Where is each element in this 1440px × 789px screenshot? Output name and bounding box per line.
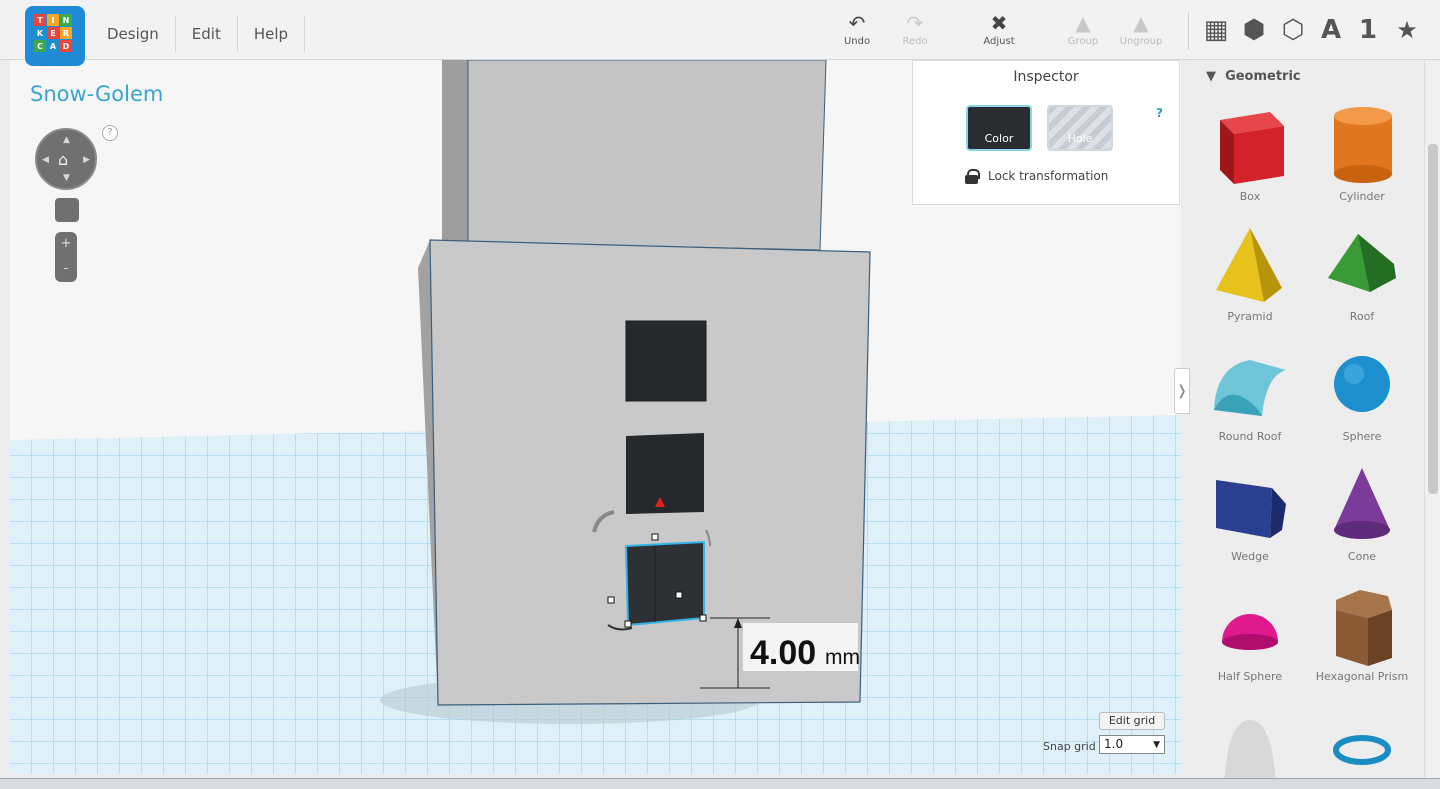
ungroup-button[interactable]: ▲ Ungroup (1111, 10, 1171, 54)
lock-label: Lock transformation (988, 169, 1109, 183)
chevron-down-icon: ▼ (1153, 740, 1160, 750)
top-handle[interactable] (651, 533, 659, 541)
shape-sphere[interactable]: Sphere (1306, 336, 1418, 456)
zoom-in-button[interactable]: + (55, 232, 77, 257)
lock-transformation-toggle[interactable]: Lock transformation (965, 169, 1109, 184)
toolbar-separator (1188, 12, 1189, 50)
dimension-value[interactable]: 4.00 (750, 634, 816, 672)
shape-roof[interactable]: Roof (1306, 216, 1418, 336)
undo-button[interactable]: ↶ Undo (827, 10, 887, 54)
zoom-out-button[interactable]: - (55, 257, 77, 282)
shape-round-roof[interactable]: Round Roof (1194, 336, 1306, 456)
menu-edit[interactable]: Edit (176, 16, 238, 52)
inspector-title: Inspector (1013, 69, 1079, 85)
button-middle[interactable] (626, 433, 704, 514)
half-sphere-icon (1222, 614, 1278, 650)
ungroup-icon: ▲ (1133, 11, 1149, 35)
center-handle[interactable] (675, 591, 683, 599)
top-toolbar: Design Edit Help ↶ Undo ↷ Redo ✖ Adjust … (0, 0, 1440, 60)
torus-icon (1333, 735, 1391, 765)
orbit-left-icon[interactable]: ◀ (42, 155, 49, 165)
dimension-unit: mm (825, 646, 860, 669)
hexagonal-prism-icon (1336, 590, 1392, 666)
favorites-star-icon[interactable]: ★ (1391, 12, 1423, 48)
shape-half-sphere[interactable]: Half Sphere (1194, 576, 1306, 696)
shape-hexagonal-prism[interactable]: Hexagonal Prism (1306, 576, 1418, 696)
shape-cylinder[interactable]: Cylinder (1306, 96, 1418, 216)
menu-design[interactable]: Design (91, 16, 176, 52)
panel-collapse-toggle[interactable]: ❭ (1174, 368, 1190, 414)
group-button[interactable]: ▲ Group (1053, 10, 1113, 54)
home-icon[interactable]: ⌂ (58, 150, 68, 169)
corner-handle-left[interactable] (624, 620, 632, 628)
orbit-control[interactable]: ▲ ▼ ◀ ▶ ⌂ (35, 128, 97, 190)
cone-icon (1334, 468, 1390, 539)
number-icon[interactable]: 1 (1352, 12, 1384, 48)
color-button[interactable]: Color (966, 105, 1032, 151)
nav-help-icon[interactable]: ? (102, 125, 118, 141)
orbit-up-icon[interactable]: ▲ (63, 135, 70, 145)
upper-block-front[interactable] (467, 60, 827, 251)
round-roof-icon (1214, 360, 1286, 416)
shape-wedge[interactable]: Wedge (1194, 456, 1306, 576)
main-menu: Design Edit Help (91, 16, 306, 54)
adjust-icon: ✖ (990, 11, 1008, 35)
project-title[interactable]: Snow-Golem (30, 82, 163, 106)
shape-box[interactable]: Box (1194, 96, 1306, 216)
redo-button[interactable]: ↷ Redo (885, 10, 945, 54)
paraboloid-icon (1224, 720, 1276, 784)
workplane-grid-icon[interactable]: ▦ (1200, 12, 1232, 48)
button-bottom-selected[interactable] (624, 540, 705, 627)
lock-icon (965, 169, 980, 184)
wedge-icon (1216, 480, 1286, 538)
view-cube-button[interactable] (55, 198, 79, 222)
redo-icon: ↷ (906, 11, 924, 35)
pyramid-icon (1216, 228, 1282, 302)
side-handle[interactable] (607, 596, 615, 604)
corner-handle-right[interactable] (699, 614, 707, 622)
adjust-button[interactable]: ✖ Adjust (969, 10, 1029, 54)
roof-icon (1328, 234, 1396, 292)
color-label: Color (984, 132, 1014, 145)
group-icon: ▲ (1075, 11, 1091, 35)
hole-label: Hole (1067, 132, 1093, 145)
sphere-icon (1334, 356, 1390, 412)
cube-icon[interactable]: ⬢ (1238, 12, 1270, 48)
edit-grid-button[interactable]: Edit grid (1099, 712, 1165, 730)
cylinder-icon (1334, 107, 1392, 183)
shapes-panel-scrollbar[interactable] (1424, 60, 1440, 789)
shape-paraboloid[interactable] (1194, 696, 1306, 789)
snap-grid-label: Snap grid (1043, 740, 1096, 753)
shape-category-geometric[interactable]: ▼ Geometric (1206, 69, 1301, 84)
shapes-panel: ▼ Geometric Box Cylinder Pyramid Roof Ro… (1190, 60, 1424, 789)
orbit-right-icon[interactable]: ▶ (83, 155, 90, 165)
upper-block-side[interactable] (442, 60, 468, 242)
inspector-panel: Inspector ? Color Hole Lock transformati… (912, 60, 1180, 205)
zoom-control: + - (55, 232, 77, 282)
undo-icon: ↶ (848, 11, 866, 35)
shape-cone[interactable]: Cone (1306, 456, 1418, 576)
wireframe-cube-icon[interactable]: ⬡ (1277, 12, 1309, 48)
shape-pyramid[interactable]: Pyramid (1194, 216, 1306, 336)
tinkercad-logo[interactable]: T I N K E R C A D (25, 6, 85, 66)
box-icon (1220, 112, 1284, 184)
shape-torus[interactable] (1306, 696, 1418, 789)
scrollbar-thumb[interactable] (1428, 144, 1438, 494)
hole-button[interactable]: Hole (1047, 105, 1113, 151)
inspector-help-icon[interactable]: ? (1156, 106, 1163, 120)
text-icon[interactable]: A (1315, 12, 1347, 48)
menu-help[interactable]: Help (238, 16, 306, 52)
snap-grid-select[interactable]: 1.0 ▼ (1099, 735, 1165, 754)
os-taskbar (0, 778, 1440, 789)
orbit-down-icon[interactable]: ▼ (63, 173, 70, 183)
button-top[interactable] (625, 320, 707, 402)
